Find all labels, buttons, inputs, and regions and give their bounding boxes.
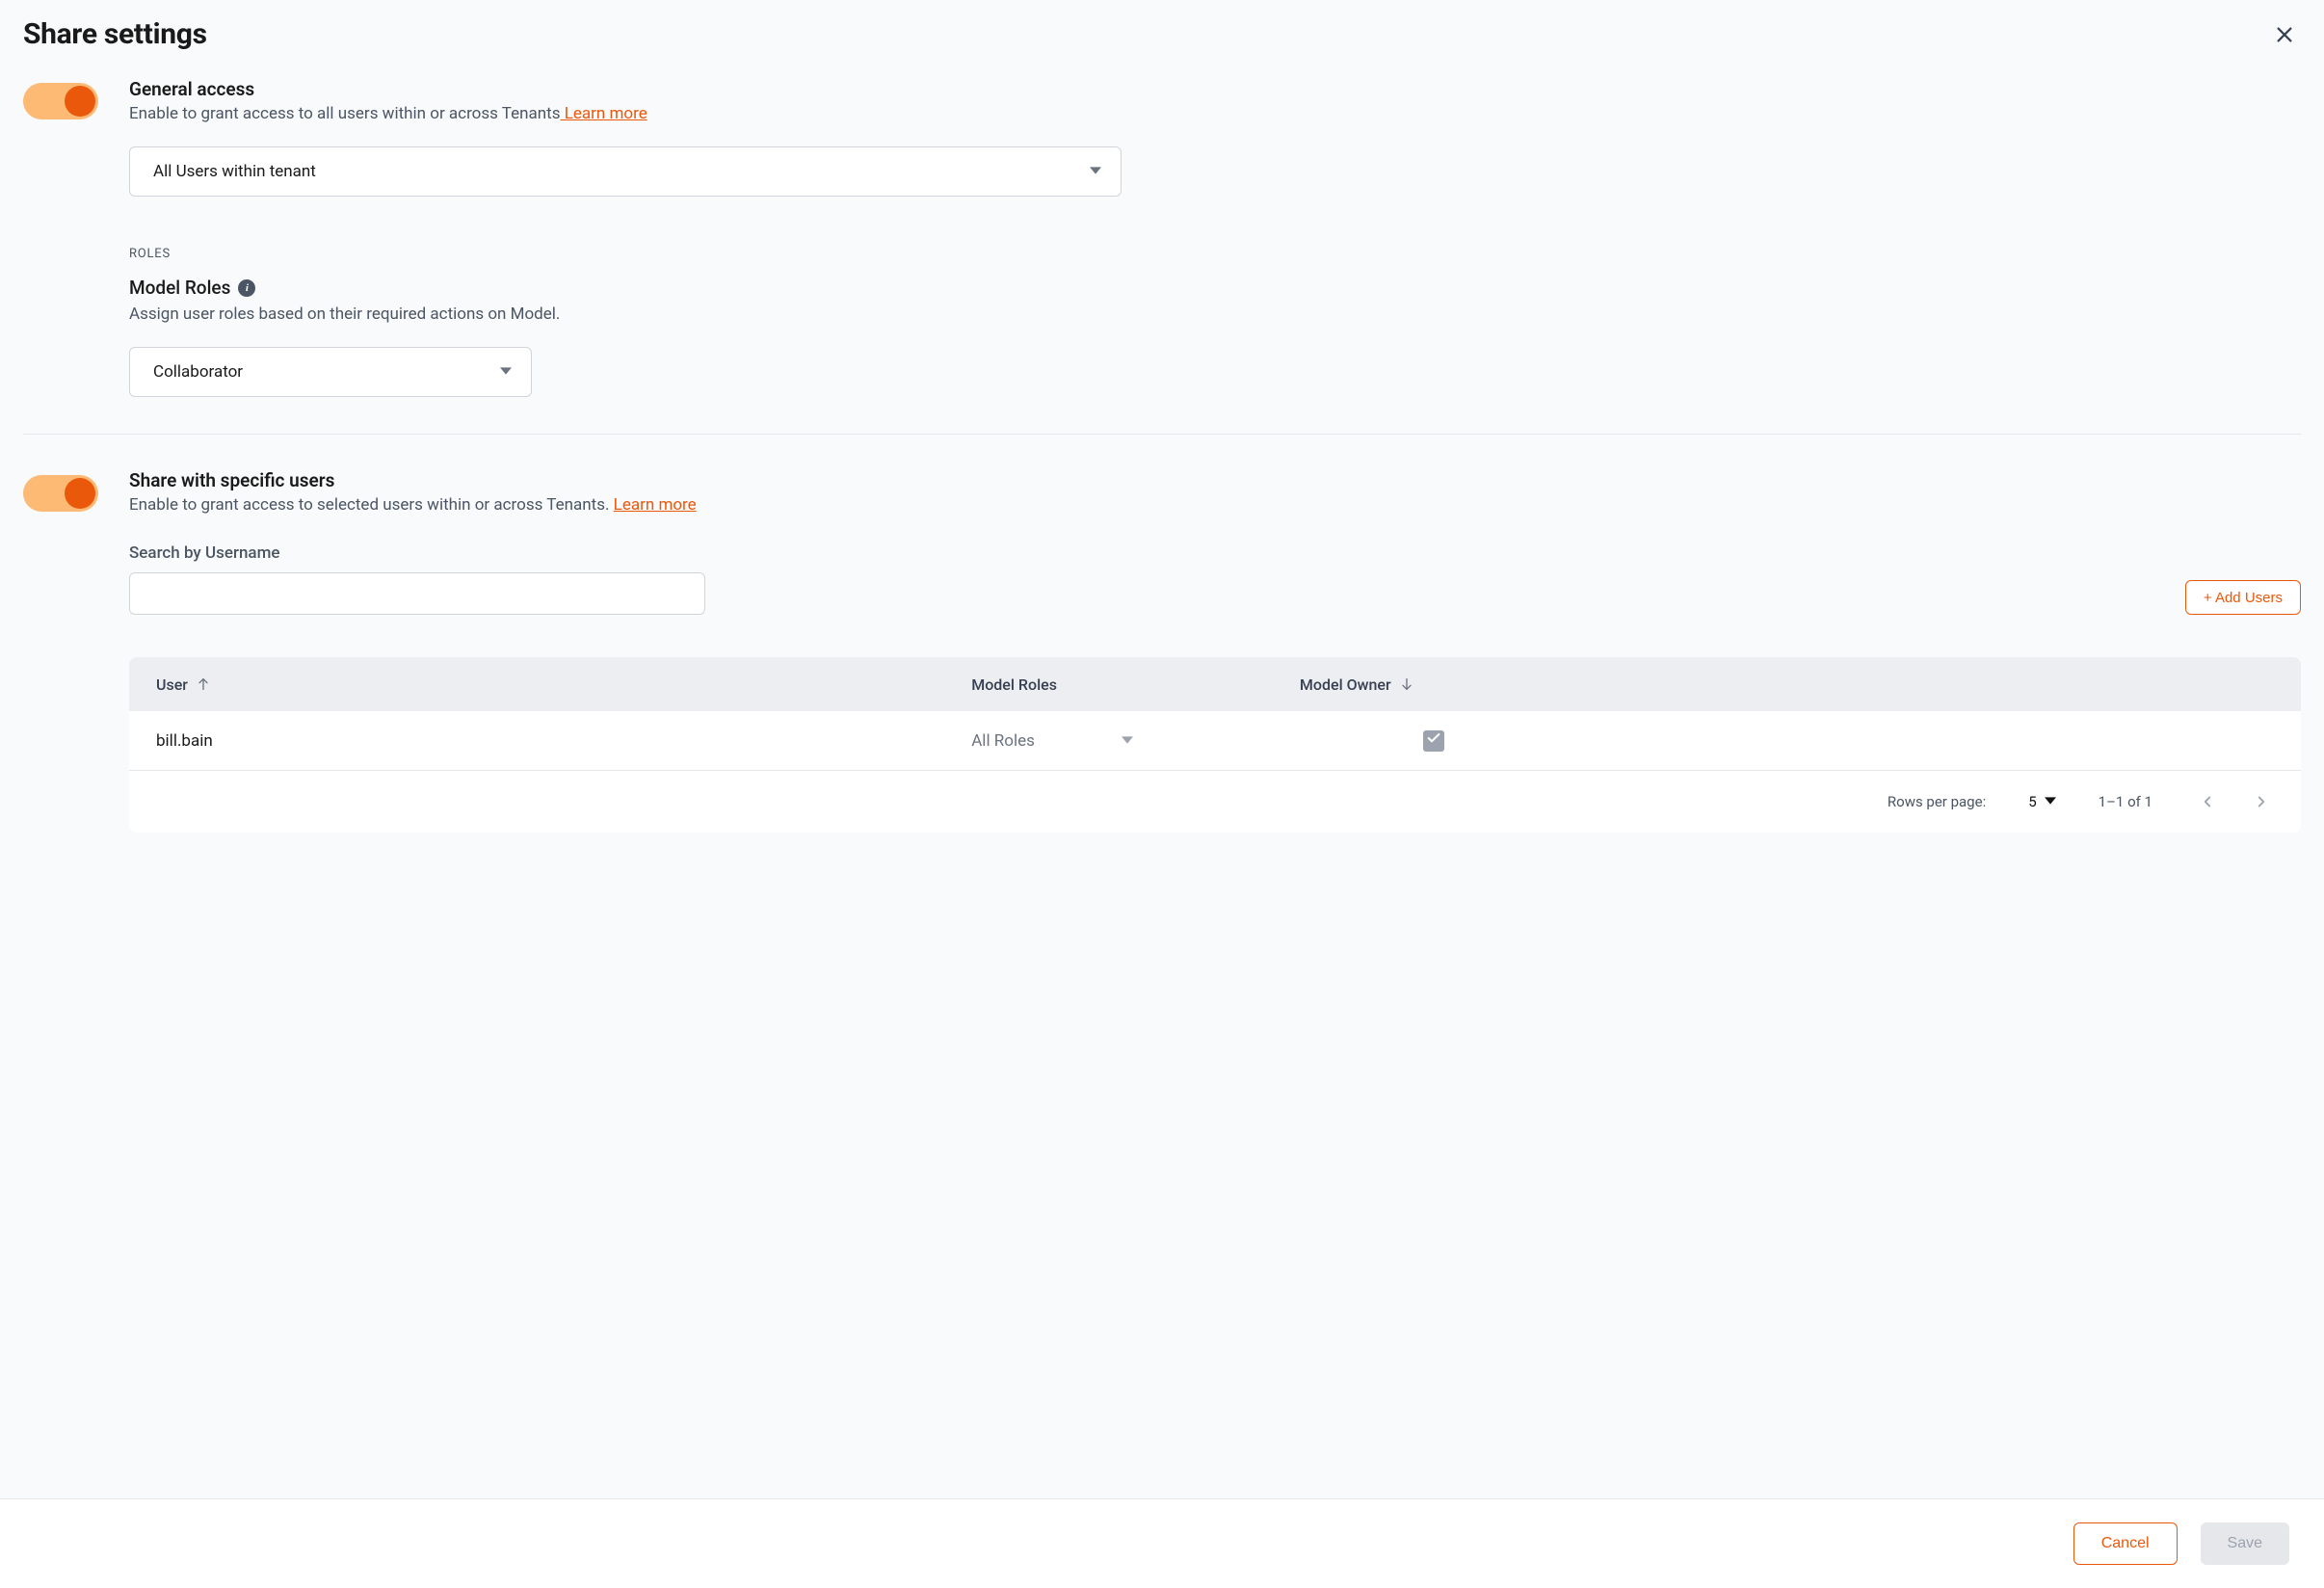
model-role-select-value: Collaborator <box>153 362 243 382</box>
dialog-footer: Cancel Save <box>0 1498 2324 1588</box>
search-username-label: Search by Username <box>129 543 2301 563</box>
specific-users-toggle[interactable] <box>23 475 98 512</box>
specific-users-learn-more-link[interactable]: Learn more <box>614 495 697 515</box>
rows-per-page-label: Rows per page: <box>1888 793 1986 810</box>
cancel-button[interactable]: Cancel <box>2073 1522 2178 1565</box>
general-access-toggle[interactable] <box>23 83 98 119</box>
save-button[interactable]: Save <box>2201 1522 2289 1565</box>
users-table: User Model Roles Model Owner <box>129 657 2301 833</box>
scope-select[interactable]: All Users within tenant <box>129 146 1122 197</box>
dialog-title: Share settings <box>23 17 207 51</box>
info-icon[interactable]: i <box>238 279 255 297</box>
cell-roles-select[interactable]: All Roles <box>971 731 1300 751</box>
column-header-user[interactable]: User <box>156 675 971 694</box>
search-username-input[interactable] <box>129 572 705 615</box>
specific-users-description: Enable to grant access to selected users… <box>129 495 2301 515</box>
general-access-learn-more-link[interactable]: Learn more <box>561 104 647 123</box>
table-header: User Model Roles Model Owner <box>129 657 2301 711</box>
general-access-section: General access Enable to grant access to… <box>23 78 2301 434</box>
sort-descending-icon <box>1399 676 1414 692</box>
chevron-down-icon <box>1122 731 1133 751</box>
chevron-down-icon <box>2045 793 2056 810</box>
check-icon <box>1426 730 1441 751</box>
general-access-title: General access <box>129 78 2301 100</box>
model-roles-description: Assign user roles based on their require… <box>129 304 2301 324</box>
column-header-model-roles[interactable]: Model Roles <box>971 675 1300 694</box>
dialog-header: Share settings <box>23 17 2301 51</box>
roles-section-label: Roles <box>129 247 2301 261</box>
model-role-select[interactable]: Collaborator <box>129 347 532 397</box>
close-icon <box>2274 34 2295 48</box>
table-pagination: Rows per page: 5 1–1 of 1 <box>129 771 2301 833</box>
general-access-description: Enable to grant access to all users with… <box>129 104 2301 123</box>
model-roles-title: Model Roles i <box>129 277 2301 299</box>
close-button[interactable] <box>2268 18 2301 51</box>
chevron-down-icon <box>500 362 512 382</box>
specific-users-title: Share with specific users <box>129 469 2301 491</box>
scope-select-value: All Users within tenant <box>153 162 316 181</box>
chevron-right-icon <box>2253 799 2270 813</box>
column-header-model-owner[interactable]: Model Owner <box>1300 675 2274 694</box>
cell-user: bill.bain <box>156 731 971 751</box>
rows-per-page-select[interactable]: 5 <box>2028 793 2055 810</box>
add-users-button[interactable]: + Add Users <box>2185 580 2301 615</box>
pagination-range: 1–1 of 1 <box>2099 793 2152 810</box>
sort-ascending-icon <box>196 676 211 692</box>
chevron-down-icon <box>1090 162 1101 181</box>
toggle-knob <box>65 478 95 509</box>
prev-page-button[interactable] <box>2195 789 2220 814</box>
table-row: bill.bain All Roles <box>129 711 2301 771</box>
share-settings-dialog: Share settings General access Enable to … <box>0 0 2324 1588</box>
chevron-left-icon <box>2199 799 2216 813</box>
owner-checkbox[interactable] <box>1423 730 1444 752</box>
toggle-knob <box>65 86 95 117</box>
next-page-button[interactable] <box>2249 789 2274 814</box>
cell-owner <box>1300 730 2274 752</box>
specific-users-section: Share with specific users Enable to gran… <box>23 434 2301 869</box>
